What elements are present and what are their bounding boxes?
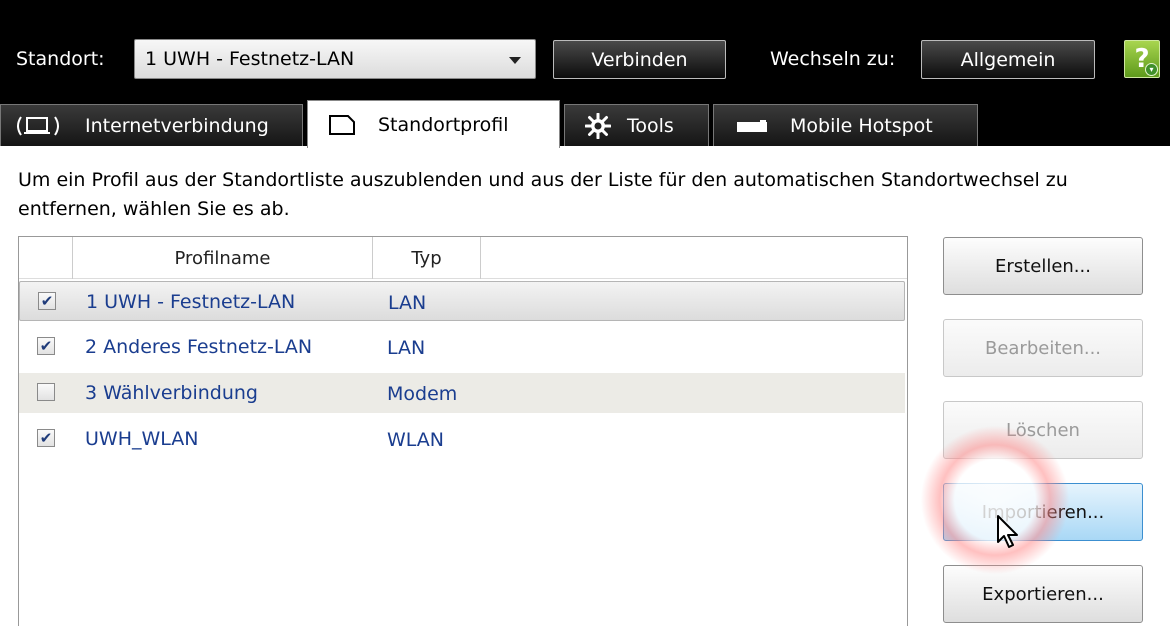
- location-dropdown-value: 1 UWH - Festnetz-LAN: [145, 48, 355, 70]
- chevron-down-icon: ▾: [1145, 63, 1158, 76]
- table-row[interactable]: 3 Wählverbindung Modem: [19, 373, 905, 413]
- tab-label: Standortprofil: [378, 113, 509, 136]
- row-checkbox[interactable]: ✔: [38, 292, 56, 310]
- gear-icon: [585, 112, 611, 139]
- location-dropdown[interactable]: 1 UWH - Festnetz-LAN: [134, 39, 536, 79]
- chevron-down-icon: [509, 57, 521, 64]
- tab-label: Tools: [627, 114, 674, 137]
- profile-name: 1 UWH - Festnetz-LAN: [86, 291, 296, 313]
- profile-icon: [328, 114, 356, 136]
- row-checkbox[interactable]: ✔: [37, 429, 55, 447]
- create-button[interactable]: Erstellen...: [943, 237, 1143, 295]
- location-label: Standort:: [16, 48, 105, 70]
- import-button[interactable]: Importieren...: [943, 483, 1143, 541]
- list-header: Profilname Typ: [19, 237, 907, 279]
- column-header-check: [19, 237, 73, 279]
- profile-name: 2 Anderes Festnetz-LAN: [85, 336, 313, 358]
- switch-to-label: Wechseln zu:: [770, 48, 896, 70]
- table-row[interactable]: ✔ 2 Anderes Festnetz-LAN LAN: [19, 327, 905, 367]
- column-header-typ[interactable]: Typ: [373, 237, 481, 279]
- profile-name: UWH_WLAN: [85, 428, 199, 450]
- tab-mobile-hotspot[interactable]: Mobile Hotspot: [713, 104, 978, 146]
- tab-internetverbindung[interactable]: Internetverbindung: [0, 104, 303, 146]
- tab-label: Mobile Hotspot: [790, 114, 933, 137]
- column-header-profilname[interactable]: Profilname: [73, 237, 373, 279]
- profile-type: LAN: [387, 337, 426, 359]
- table-row[interactable]: ✔ UWH_WLAN WLAN: [19, 419, 905, 459]
- mouse-pointer-icon: [996, 514, 1022, 554]
- delete-button[interactable]: Löschen: [943, 401, 1143, 459]
- help-button[interactable]: ? ▾: [1124, 40, 1160, 78]
- edit-button[interactable]: Bearbeiten...: [943, 319, 1143, 377]
- network-icon: [15, 115, 73, 137]
- profile-name: 3 Wählverbindung: [85, 382, 258, 404]
- row-checkbox[interactable]: ✔: [37, 337, 55, 355]
- switch-to-button[interactable]: Allgemein: [921, 40, 1095, 79]
- export-button[interactable]: Exportieren...: [943, 565, 1143, 623]
- tab-standortprofil[interactable]: Standortprofil: [307, 100, 560, 148]
- profile-type: LAN: [388, 292, 427, 314]
- connect-button[interactable]: Verbinden: [553, 40, 726, 79]
- profile-type: WLAN: [387, 429, 445, 451]
- profile-type: Modem: [387, 383, 458, 405]
- description-text: Um ein Profil aus der Standortliste ausz…: [18, 169, 1068, 220]
- hotspot-icon: [736, 119, 768, 133]
- row-checkbox[interactable]: [37, 383, 55, 401]
- tab-tools[interactable]: Tools: [564, 104, 709, 146]
- table-row[interactable]: ✔ 1 UWH - Festnetz-LAN LAN: [19, 281, 905, 321]
- profile-list[interactable]: Profilname Typ ✔ 1 UWH - Festnetz-LAN LA…: [18, 236, 908, 626]
- tab-label: Internetverbindung: [85, 114, 269, 137]
